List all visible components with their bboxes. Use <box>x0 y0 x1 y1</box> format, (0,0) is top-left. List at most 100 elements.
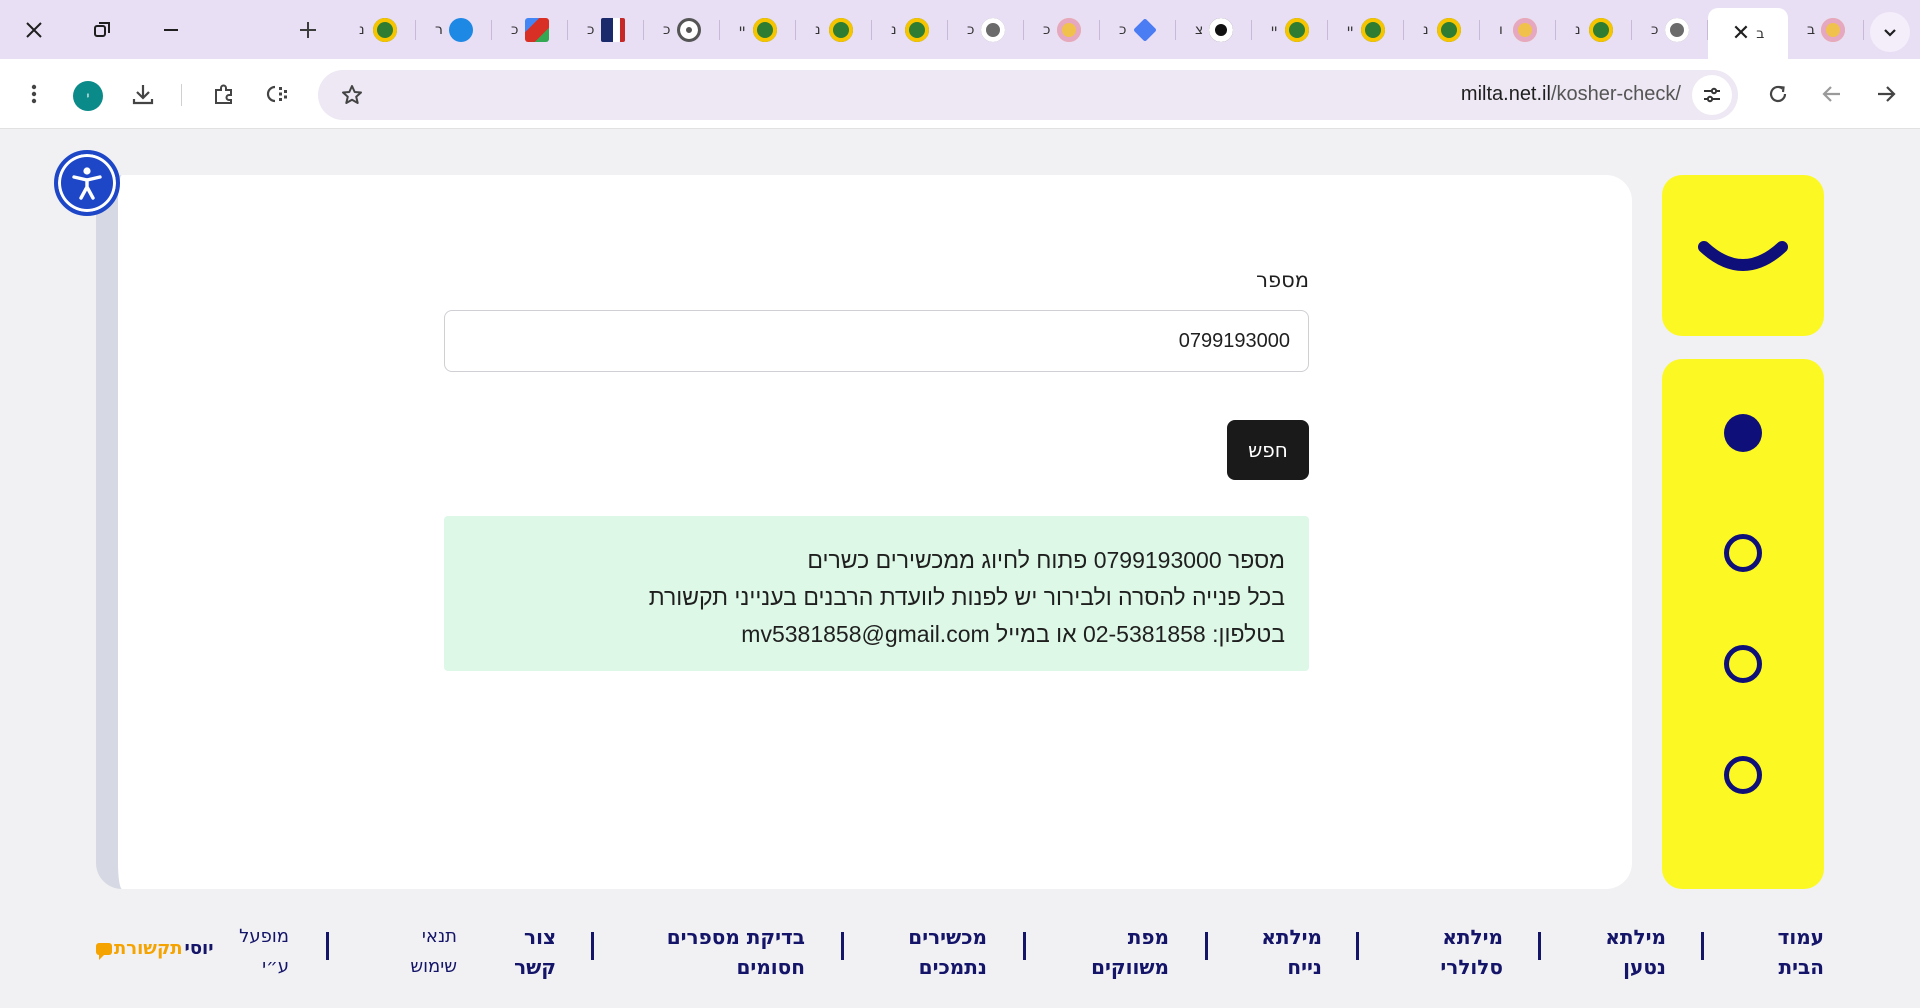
nav-link-milta-loaded[interactable]: מילתא נטען <box>1605 922 1666 982</box>
browser-tab[interactable]: יי <box>1252 8 1328 52</box>
nav-link-blocked-numbers-check[interactable]: בדיקת מספרים חסומים <box>667 922 805 982</box>
nav-separator <box>1538 932 1541 960</box>
tab-separator <box>1863 20 1864 40</box>
menu-button[interactable] <box>14 74 54 114</box>
search-button[interactable]: חפש <box>1227 420 1309 480</box>
result-line-status: מספר 0799193000 פתוח לחיוג ממכשירים כשרי… <box>807 547 1285 573</box>
browser-tab[interactable]: כ <box>568 8 644 52</box>
accessibility-button[interactable] <box>54 150 120 216</box>
browser-tab[interactable]: כ <box>644 8 720 52</box>
nav-link-label: תנאי <box>421 926 457 947</box>
nav-link-milta-landline[interactable]: מילתא נייח <box>1261 922 1322 982</box>
address-bar[interactable]: milta.net.il/kosher-check/ <box>318 70 1738 120</box>
close-tab-icon[interactable]: ✕ <box>1732 22 1750 45</box>
downloads-button[interactable] <box>123 74 163 114</box>
reload-button[interactable] <box>1758 74 1798 114</box>
url-host: milta.net.il <box>1460 83 1551 105</box>
tax-favicon <box>1589 18 1613 42</box>
portrait-favicon <box>601 18 625 42</box>
globe-favicon <box>1821 18 1845 42</box>
back-button[interactable] <box>1866 74 1906 114</box>
url-text[interactable]: milta.net.il/kosher-check/ <box>1461 83 1681 106</box>
restore-window-button[interactable] <box>78 10 126 50</box>
nav-link-label: עמוד <box>1777 925 1824 949</box>
puzzle-icon <box>215 84 232 104</box>
browser-tab[interactable]: יי <box>720 8 796 52</box>
browser-tab[interactable]: כ <box>1632 8 1708 52</box>
nav-link-label: סלולרי <box>1440 955 1503 979</box>
footer-nav: עמוד הבית מילתא נטען מילתא סלולרי מילתא נייח… <box>96 922 1824 992</box>
browser-tab-active[interactable]: ✕ ב <box>1708 8 1788 59</box>
tax-favicon <box>1437 18 1461 42</box>
operated-by-label: מופעל ע״י <box>239 922 289 982</box>
browser-tab[interactable]: כ <box>1100 8 1176 52</box>
reading-mode-button[interactable] <box>258 74 298 114</box>
nav-link-contact[interactable]: צור קשר <box>514 922 556 982</box>
browser-tab[interactable]: נ <box>872 8 948 52</box>
yossi-communications-logo[interactable]: יוסי תקשורת <box>96 938 214 960</box>
accessibility-icon <box>72 167 102 200</box>
browser-tab[interactable]: ו <box>1480 8 1556 52</box>
browser-tab[interactable]: נ <box>340 8 416 52</box>
toolbar-divider <box>181 84 182 106</box>
star-icon <box>342 85 362 104</box>
browser-tab[interactable]: צ <box>1176 8 1252 52</box>
tab-title: יי <box>739 22 746 38</box>
browser-tab[interactable]: ב <box>1788 8 1864 52</box>
tab-title: כ <box>1651 22 1659 38</box>
chat-bubble-icon <box>96 942 112 960</box>
chevron-down-icon <box>1884 29 1896 37</box>
tab-search-button[interactable] <box>1870 12 1910 52</box>
tab-title: כ <box>967 22 975 38</box>
nav-link-label: מילתא <box>1442 925 1503 949</box>
tab-list: נ ר כ כ כ יי נ נ כ כ כ צ יי יי נ ו נ כ ✕ ב ב <box>340 8 1865 59</box>
nav-separator <box>841 932 844 960</box>
tab-title: נ <box>891 22 897 38</box>
tab-title: ב <box>1756 25 1765 42</box>
browser-tab[interactable]: כ <box>948 8 1024 52</box>
minimize-window-button[interactable] <box>147 10 195 50</box>
browser-tab[interactable]: יי <box>1328 8 1404 52</box>
browser-tab[interactable]: כ <box>1024 8 1100 52</box>
nav-link-label: מפת <box>1127 925 1169 949</box>
smile-icon <box>1698 241 1788 271</box>
result-line-details: בטלפון: 02-5381858 או במייל mv5381858@gm… <box>741 621 1285 647</box>
tab-strip: נ ר כ כ כ יי נ נ כ כ כ צ יי יי נ ו נ כ ✕ ב ב <box>0 0 1920 59</box>
nav-link-supported-devices[interactable]: מכשירים נתמכים <box>908 922 987 982</box>
browser-tab[interactable]: נ <box>1404 8 1480 52</box>
tax-favicon <box>905 18 929 42</box>
close-window-button[interactable] <box>10 10 58 50</box>
nav-separator <box>591 932 594 960</box>
chrome-icon <box>677 18 701 42</box>
nav-link-terms[interactable]: תנאי שימוש <box>410 922 457 982</box>
browser-tab[interactable]: נ <box>796 8 872 52</box>
forward-button[interactable] <box>1812 74 1852 114</box>
browser-tab[interactable]: ר <box>416 8 492 52</box>
gmail-icon <box>525 18 549 42</box>
profile-avatar[interactable]: י <box>73 81 103 111</box>
new-tab-button[interactable] <box>288 10 328 50</box>
nav-link-milta-cellular[interactable]: מילתא סלולרי <box>1440 922 1503 982</box>
browser-tab[interactable]: כ <box>492 8 568 52</box>
nav-link-label: נטען <box>1623 955 1666 979</box>
nav-link-label: שימוש <box>410 956 457 977</box>
tab-title: נ <box>359 22 365 38</box>
bookmark-star-button[interactable] <box>332 75 372 115</box>
nav-separator <box>1356 932 1359 960</box>
extensions-button[interactable] <box>204 74 244 114</box>
tab-title: יי <box>1271 22 1278 38</box>
tune-icon <box>1704 87 1720 103</box>
step-dot[interactable] <box>1724 534 1762 572</box>
nav-link-home[interactable]: עמוד הבית <box>1778 922 1824 982</box>
browser-tab[interactable]: נ <box>1556 8 1632 52</box>
tax-favicon <box>1361 18 1385 42</box>
step-dot-active[interactable] <box>1724 414 1762 452</box>
close-icon <box>26 22 42 38</box>
step-dot[interactable] <box>1724 645 1762 683</box>
step-dot[interactable] <box>1724 756 1762 794</box>
number-input[interactable] <box>444 310 1309 372</box>
nav-link-resellers-map[interactable]: מפת משווקים <box>1091 922 1169 982</box>
operated-by-line: מופעל <box>239 926 289 947</box>
tax-favicon <box>829 18 853 42</box>
site-info-button[interactable] <box>1692 75 1732 115</box>
